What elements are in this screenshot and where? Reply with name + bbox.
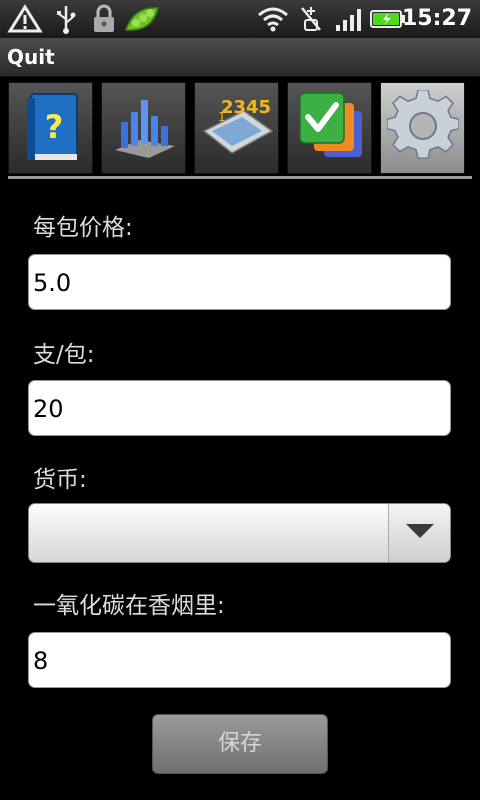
lock-icon (88, 0, 120, 38)
svg-text:?: ? (44, 108, 63, 146)
help-book-icon: ? (19, 88, 83, 168)
tab-help[interactable]: ? (8, 82, 93, 174)
tab-settings[interactable] (380, 82, 465, 174)
co-content-input[interactable]: 8 (28, 632, 451, 688)
save-button[interactable]: 保存 (152, 714, 328, 774)
price-per-pack-input[interactable]: 5.0 (28, 254, 451, 310)
svg-text:1: 1 (218, 110, 226, 124)
battery-icon (370, 0, 406, 38)
signal-icon (334, 0, 366, 38)
price-per-pack-label: 每包价格: (33, 215, 133, 241)
status-bar: 15:27 (0, 0, 480, 38)
cigarettes-per-pack-input[interactable]: 20 (28, 380, 451, 436)
svg-text:2345: 2345 (220, 97, 270, 118)
calculator-icon: 2345 1 (200, 91, 274, 165)
app-title: Quit (7, 45, 55, 69)
bar-chart-icon (109, 88, 179, 168)
pea-pod-icon (122, 0, 162, 38)
currency-select[interactable] (28, 503, 451, 563)
chevron-down-icon (405, 523, 435, 543)
tab-calculator[interactable]: 2345 1 (194, 82, 279, 174)
tab-statistics[interactable] (101, 82, 186, 174)
checklist-icon (294, 89, 366, 167)
vibrate-icon (296, 0, 326, 38)
currency-label: 货币: (33, 467, 87, 493)
status-time: 15:27 (401, 6, 472, 31)
tab-underline (8, 176, 472, 179)
usb-icon (50, 0, 82, 38)
gear-icon (385, 89, 460, 166)
co-content-label: 一氧化碳在香烟里: (33, 593, 225, 619)
tab-bar: ? 2345 1 (8, 82, 472, 178)
currency-dropdown-button[interactable] (388, 504, 450, 562)
wifi-icon (256, 0, 290, 38)
alert-icon (4, 0, 46, 38)
cigarettes-per-pack-label: 支/包: (33, 342, 95, 368)
title-bar: Quit (0, 38, 480, 77)
tab-achievements[interactable] (287, 82, 372, 174)
